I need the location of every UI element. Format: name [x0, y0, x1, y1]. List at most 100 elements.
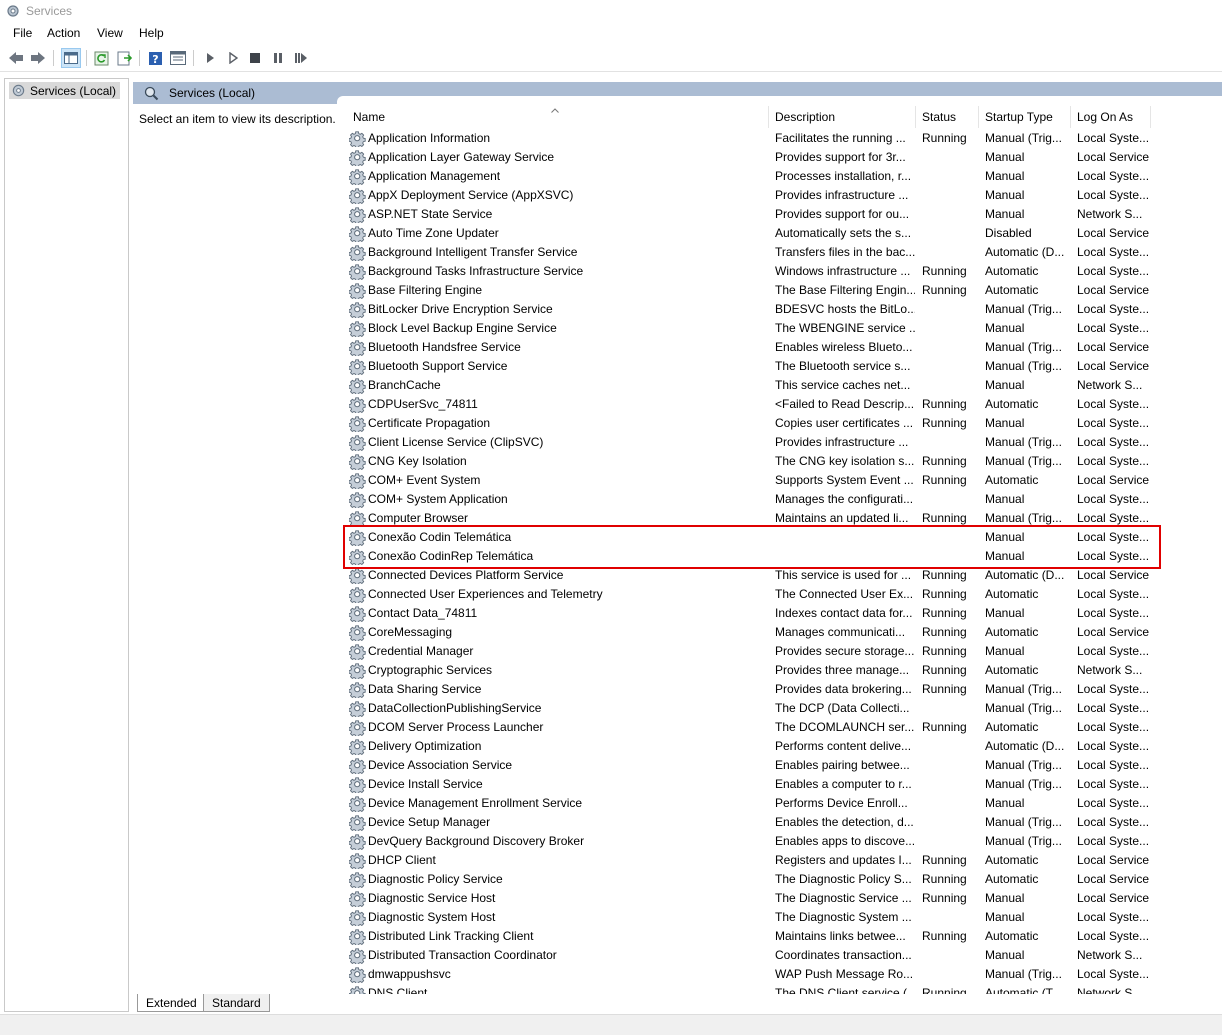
service-name: Client License Service (ClipSVC) [368, 435, 544, 449]
properties-icon[interactable] [169, 49, 187, 67]
table-row[interactable]: Background Intelligent Transfer Service T… [337, 243, 1222, 263]
table-row[interactable]: Application Layer Gateway Service Provide… [337, 148, 1222, 168]
table-row[interactable]: Bluetooth Support Service The Bluetooth s… [337, 357, 1222, 377]
service-gear-icon [348, 339, 366, 358]
table-row[interactable]: DHCP Client Registers and updates I... Run… [337, 851, 1222, 871]
service-log-on-as: Local Syste... [1077, 245, 1150, 259]
table-row[interactable]: Application Information Facilitates the r… [337, 129, 1222, 149]
service-startup-type: Manual [985, 492, 1025, 506]
table-row[interactable]: Application Management Processes installa… [337, 167, 1222, 187]
table-row[interactable]: dmwappushsvc WAP Push Message Ro... Manual… [337, 965, 1222, 985]
table-row[interactable]: Client License Service (ClipSVC) Provides… [337, 433, 1222, 453]
start-service-alt-icon[interactable] [224, 49, 242, 67]
service-status: Running [922, 397, 967, 411]
table-row[interactable]: Delivery Optimization Performs content de… [337, 737, 1222, 757]
table-row[interactable]: DevQuery Background Discovery Broker Enab… [337, 832, 1222, 852]
table-row[interactable]: AppX Deployment Service (AppXSVC) Provide… [337, 186, 1222, 206]
service-name: Auto Time Zone Updater [368, 226, 499, 240]
table-row[interactable]: Computer Browser Maintains an updated li.… [337, 509, 1222, 529]
table-row[interactable]: Connected Devices Platform Service This s… [337, 566, 1222, 586]
restart-service-icon[interactable] [292, 49, 310, 67]
table-row[interactable]: Distributed Link Tracking Client Maintain… [337, 927, 1222, 947]
table-row[interactable]: BitLocker Drive Encryption Service BDESVC… [337, 300, 1222, 320]
menu-action[interactable]: Action [47, 26, 80, 40]
table-row[interactable]: Contact Data_74811 Indexes contact data f… [337, 604, 1222, 624]
table-row[interactable]: Device Management Enrollment Service Perf… [337, 794, 1222, 814]
table-row[interactable]: DataCollectionPublishingService The DCP (… [337, 699, 1222, 719]
table-row[interactable]: Data Sharing Service Provides data broker… [337, 680, 1222, 700]
service-description: Enables apps to discove... [775, 834, 915, 848]
back-icon[interactable] [7, 49, 25, 67]
column-header-status[interactable]: Status [916, 106, 979, 128]
service-startup-type: Automatic [985, 929, 1039, 943]
service-log-on-as: Local Service [1077, 568, 1150, 582]
table-row[interactable]: Background Tasks Infrastructure Service W… [337, 262, 1222, 282]
tab-extended[interactable]: Extended [137, 994, 206, 1012]
table-row[interactable]: COM+ System Application Manages the confi… [337, 490, 1222, 510]
table-row[interactable]: Cryptographic Services Provides three man… [337, 661, 1222, 681]
column-header-name[interactable]: Name [347, 106, 769, 128]
table-row[interactable]: Distributed Transaction Coordinator Coord… [337, 946, 1222, 966]
table-row[interactable]: Device Association Service Enables pairin… [337, 756, 1222, 776]
table-row[interactable]: Conexão CodinRep Telemática Manual Local S… [337, 547, 1222, 567]
menu-help[interactable]: Help [139, 26, 164, 40]
forward-icon[interactable] [29, 49, 47, 67]
service-name: Diagnostic Service Host [368, 891, 496, 905]
table-row[interactable]: Certificate Propagation Copies user certi… [337, 414, 1222, 434]
service-status: Running [922, 454, 967, 468]
table-row[interactable]: Device Setup Manager Enables the detectio… [337, 813, 1222, 833]
table-row[interactable]: COM+ Event System Supports System Event .… [337, 471, 1222, 491]
service-name: Delivery Optimization [368, 739, 482, 753]
table-row[interactable]: Device Install Service Enables a computer… [337, 775, 1222, 795]
tree-item-services-local[interactable]: Services (Local) [9, 82, 121, 99]
service-gear-icon [348, 681, 366, 700]
service-status: Running [922, 853, 967, 867]
table-row[interactable]: Credential Manager Provides secure storag… [337, 642, 1222, 662]
menu-view[interactable]: View [97, 26, 123, 40]
service-log-on-as: Local Syste... [1077, 511, 1150, 525]
service-description: Manages the configurati... [775, 492, 914, 506]
menu-file[interactable]: File [13, 26, 32, 40]
start-service-icon[interactable] [201, 49, 219, 67]
svg-text:?: ? [152, 53, 158, 66]
service-description: Provides data brokering... [775, 682, 912, 696]
table-row[interactable]: DCOM Server Process Launcher The DCOMLAUN… [337, 718, 1222, 738]
table-row[interactable]: ASP.NET State Service Provides support fo… [337, 205, 1222, 225]
table-row[interactable]: CNG Key Isolation The CNG key isolation s… [337, 452, 1222, 472]
service-name: CNG Key Isolation [368, 454, 467, 468]
table-row[interactable]: DNS Client The DNS Client service (... Run… [337, 984, 1222, 994]
service-name: COM+ Event System [368, 473, 481, 487]
table-row[interactable]: BranchCache This service caches net... Man… [337, 376, 1222, 396]
service-name: Background Tasks Infrastructure Service [368, 264, 584, 278]
table-row[interactable]: Diagnostic System Host The Diagnostic Sys… [337, 908, 1222, 928]
table-row[interactable]: Connected User Experiences and Telemetry… [337, 585, 1222, 605]
table-row[interactable]: CoreMessaging Manages communicati... Runni… [337, 623, 1222, 643]
help-icon[interactable]: ? [146, 49, 164, 67]
service-status: Running [922, 682, 967, 696]
service-name: Cryptographic Services [368, 663, 493, 677]
service-name: Device Management Enrollment Service [368, 796, 583, 810]
service-gear-icon [348, 529, 366, 548]
service-description: Copies user certificates ... [775, 416, 914, 430]
table-row[interactable]: Block Level Backup Engine Service The WBE… [337, 319, 1222, 339]
service-description: Windows infrastructure ... [775, 264, 911, 278]
service-startup-type: Automatic [985, 397, 1039, 411]
table-row[interactable]: Base Filtering Engine The Base Filtering … [337, 281, 1222, 301]
table-row[interactable]: CDPUserSvc_74811 <Failed to Read Descrip.… [337, 395, 1222, 415]
service-description: The DCOMLAUNCH ser... [775, 720, 915, 734]
export-list-icon[interactable] [115, 49, 133, 67]
service-description: Enables the detection, d... [775, 815, 914, 829]
refresh-icon[interactable] [92, 49, 110, 67]
table-row[interactable]: Conexão Codin Telemática Manual Local Syst… [337, 528, 1222, 548]
table-row[interactable]: Diagnostic Policy Service The Diagnostic … [337, 870, 1222, 890]
stop-service-icon[interactable] [246, 49, 264, 67]
show-hide-tree-icon[interactable] [61, 48, 81, 68]
pause-service-icon[interactable] [269, 49, 287, 67]
column-header-log-on-as[interactable]: Log On As [1071, 106, 1151, 128]
table-row[interactable]: Bluetooth Handsfree Service Enables wirel… [337, 338, 1222, 358]
table-row[interactable]: Diagnostic Service Host The Diagnostic Se… [337, 889, 1222, 909]
column-header-description[interactable]: Description [769, 106, 916, 128]
table-row[interactable]: Auto Time Zone Updater Automatically sets… [337, 224, 1222, 244]
column-header-startup-type[interactable]: Startup Type [979, 106, 1071, 128]
tab-standard[interactable]: Standard [203, 994, 270, 1012]
